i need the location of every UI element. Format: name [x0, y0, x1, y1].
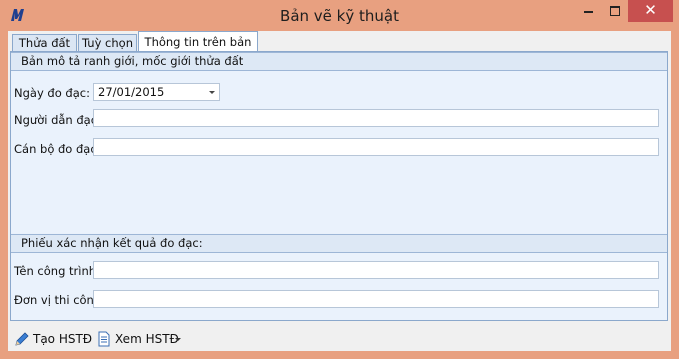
- surveyor-field[interactable]: [93, 138, 659, 156]
- view-hstd-button[interactable]: Xem HSTĐ: [96, 329, 184, 349]
- maximize-button[interactable]: [602, 0, 628, 22]
- contractor-label: Đơn vị thi công:: [14, 293, 106, 307]
- client-area: Thửa đất Tuỳ chọn Thông tin trên bản vẽ …: [8, 31, 671, 351]
- minimize-button[interactable]: [575, 0, 602, 22]
- project-field[interactable]: [93, 261, 659, 279]
- app-window: Bản vẽ kỹ thuật ✕ Thửa đất Tuỳ chọn Thôn…: [0, 0, 679, 359]
- close-icon: ✕: [644, 1, 657, 19]
- guide-label: Người dẫn đạc:: [14, 113, 101, 127]
- survey-date-value: 27/01/2015: [98, 85, 165, 99]
- surveyor-label: Cán bộ đo đạc:: [14, 142, 101, 156]
- contractor-field[interactable]: [93, 290, 659, 308]
- project-label: Tên công trình:: [14, 264, 100, 278]
- maximize-icon: [610, 6, 620, 16]
- dropdown-arrow-icon[interactable]: [175, 338, 181, 341]
- minimize-icon: [584, 11, 593, 13]
- view-hstd-label: Xem HSTĐ: [115, 332, 179, 346]
- create-hstd-label: Tạo HSTĐ: [33, 332, 93, 346]
- pencil-icon: [15, 332, 29, 346]
- group-boundary-title: Bản mô tả ranh giới, mốc giới thửa đất: [21, 54, 244, 68]
- tab-drawing-info[interactable]: Thông tin trên bản vẽ: [138, 31, 258, 69]
- guide-field[interactable]: [93, 109, 659, 127]
- group-confirm-body: Tên công trình: Đơn vị thi công:: [11, 253, 667, 320]
- close-button[interactable]: ✕: [628, 0, 673, 22]
- tab-options[interactable]: Tuỳ chọn: [78, 34, 137, 52]
- group-boundary-body: Ngày đo đạc: 27/01/2015 Người dẫn đạc: C…: [11, 71, 667, 233]
- title-bar[interactable]: Bản vẽ kỹ thuật ✕: [0, 0, 679, 31]
- chevron-down-icon[interactable]: [209, 91, 215, 94]
- create-hstd-button[interactable]: Tạo HSTĐ: [14, 329, 93, 349]
- tab-land-parcel[interactable]: Thửa đất: [12, 34, 77, 52]
- bottom-toolbar: Tạo HSTĐ Xem HSTĐ: [8, 327, 671, 351]
- survey-date-label: Ngày đo đạc:: [14, 86, 90, 100]
- group-confirm-header: Phiếu xác nhận kết quả đo đạc:: [11, 234, 667, 253]
- tab-strip: Thửa đất Tuỳ chọn Thông tin trên bản vẽ: [8, 31, 671, 69]
- group-boundary-header: Bản mô tả ranh giới, mốc giới thửa đất: [11, 52, 667, 71]
- group-confirm-title: Phiếu xác nhận kết quả đo đạc:: [21, 236, 203, 250]
- tab-panel: Bản mô tả ranh giới, mốc giới thửa đất N…: [10, 51, 668, 321]
- document-icon: [98, 331, 110, 347]
- survey-date-picker[interactable]: 27/01/2015: [93, 83, 220, 101]
